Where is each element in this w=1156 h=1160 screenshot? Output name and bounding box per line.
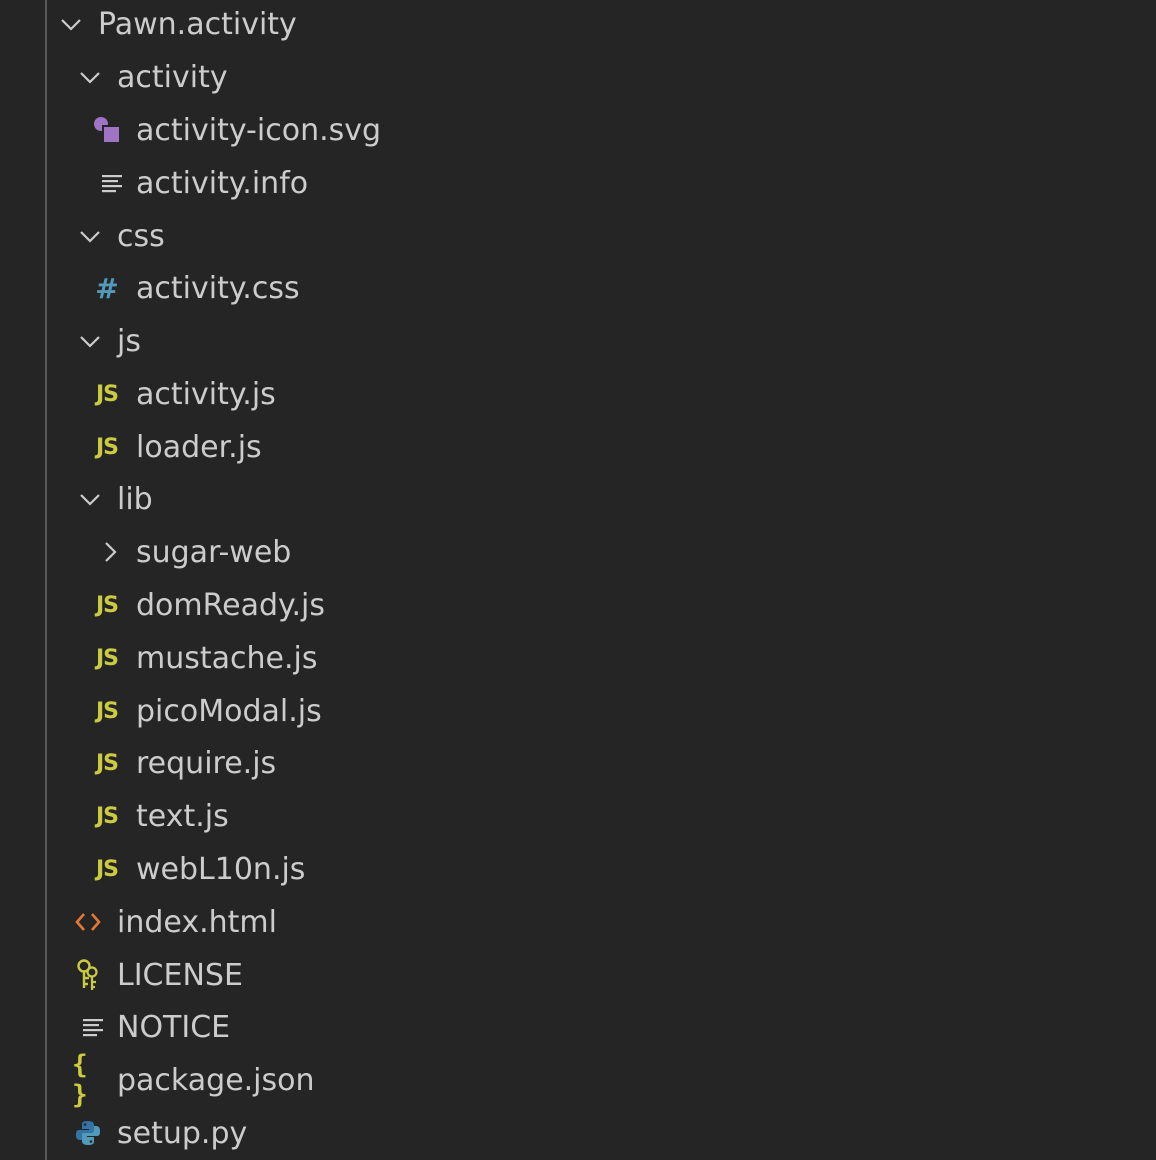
js-file-icon: JS <box>95 803 119 829</box>
tree-item-label: css <box>117 219 165 254</box>
tree-file-mustache-js[interactable]: JS mustache.js <box>0 632 1156 685</box>
tree-item-label: activity.js <box>136 377 276 412</box>
tree-folder-js[interactable]: js <box>0 315 1156 368</box>
js-file-icon: JS <box>95 645 119 671</box>
tree-item-label: activity <box>117 60 228 95</box>
tree-item-label: sugar-web <box>136 535 292 570</box>
tree-file-activity-info[interactable]: activity.info <box>0 157 1156 210</box>
tree-file-domready-js[interactable]: JS domReady.js <box>0 579 1156 632</box>
tree-file-activity-js[interactable]: JS activity.js <box>0 368 1156 421</box>
tree-item-label: activity.info <box>136 166 309 201</box>
chevron-down-icon <box>55 4 87 44</box>
js-file-icon: JS <box>95 698 119 724</box>
license-file-icon <box>72 955 104 995</box>
tree-file-activity-css[interactable]: # activity.css <box>0 262 1156 315</box>
html-file-icon <box>72 902 104 942</box>
json-file-icon: { } <box>72 1050 90 1110</box>
tree-item-label: text.js <box>136 799 229 834</box>
tree-folder-activity[interactable]: activity <box>0 51 1156 104</box>
tree-item-label: activity-icon.svg <box>136 113 382 148</box>
tree-file-setup-py[interactable]: setup.py <box>0 1107 1156 1160</box>
tree-item-label: index.html <box>117 905 277 940</box>
tree-folder-pawn-activity[interactable]: Pawn.activity <box>0 0 1156 51</box>
tree-file-picomodal-js[interactable]: JS picoModal.js <box>0 685 1156 738</box>
css-file-icon: # <box>95 271 119 305</box>
tree-item-label: loader.js <box>136 430 262 465</box>
tree-item-label: setup.py <box>117 1116 248 1151</box>
python-file-icon <box>72 1113 104 1153</box>
chevron-down-icon <box>74 321 106 361</box>
tree-item-label: Pawn.activity <box>98 7 297 42</box>
tree-file-text-js[interactable]: JS text.js <box>0 790 1156 843</box>
tree-file-package-json[interactable]: { } package.json <box>0 1050 1156 1110</box>
js-file-icon: JS <box>95 592 119 618</box>
tree-item-label: picoModal.js <box>136 694 322 729</box>
tree-item-label: require.js <box>136 746 277 781</box>
chevron-down-icon <box>74 57 106 97</box>
js-file-icon: JS <box>95 381 119 407</box>
tree-folder-lib[interactable]: lib <box>0 473 1156 526</box>
js-file-icon: JS <box>95 856 119 882</box>
tree-file-webl10n-js[interactable]: JS webL10n.js <box>0 843 1156 896</box>
tree-folder-css[interactable]: css <box>0 210 1156 263</box>
tree-file-index-html[interactable]: index.html <box>0 896 1156 949</box>
tree-item-label: webL10n.js <box>136 852 306 887</box>
chevron-down-icon <box>74 479 106 519</box>
js-file-icon: JS <box>95 750 119 776</box>
tree-file-license[interactable]: LICENSE <box>0 949 1156 1002</box>
tree-file-notice[interactable]: NOTICE <box>0 1001 1156 1054</box>
chevron-down-icon <box>74 216 106 256</box>
tree-item-label: NOTICE <box>117 1010 231 1045</box>
tree-item-label: package.json <box>117 1063 315 1098</box>
tree-file-activity-icon-svg[interactable]: activity-icon.svg <box>0 104 1156 157</box>
tree-item-label: mustache.js <box>136 641 318 676</box>
tree-file-loader-js[interactable]: JS loader.js <box>0 421 1156 474</box>
tree-item-label: lib <box>117 482 153 517</box>
text-file-icon <box>96 163 128 203</box>
tree-folder-sugar-web[interactable]: sugar-web <box>0 526 1156 579</box>
tree-item-label: domReady.js <box>136 588 325 623</box>
tree-item-label: js <box>117 324 141 359</box>
tree-item-label: activity.css <box>136 271 300 306</box>
tree-item-label: LICENSE <box>117 958 243 993</box>
text-file-icon <box>77 1007 109 1047</box>
tree-file-require-js[interactable]: JS require.js <box>0 737 1156 790</box>
svg-file-icon <box>91 110 123 150</box>
js-file-icon: JS <box>95 434 119 460</box>
chevron-right-icon <box>94 532 126 572</box>
